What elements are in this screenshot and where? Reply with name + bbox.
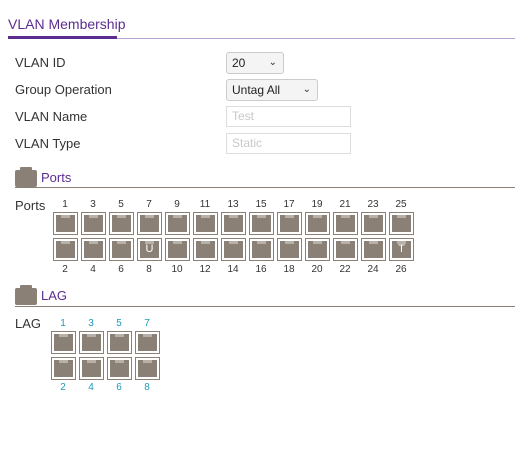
port-11[interactable] [193,212,218,235]
vlan-id-value: 20 [232,56,246,70]
port-number: 13 [227,199,239,210]
port-number: 24 [367,264,379,275]
port-number: 1 [62,199,68,210]
port-number: 7 [146,199,152,210]
port-1[interactable] [53,212,78,235]
port-number: 2 [62,264,68,275]
port-4[interactable] [81,238,106,261]
port-17[interactable] [277,212,302,235]
lag-5[interactable] [107,331,132,354]
port-number: 19 [311,199,323,210]
lag-2[interactable] [51,357,76,380]
port-number: 15 [255,199,267,210]
lag-row-label: LAG [15,316,42,331]
port-number: 11 [199,199,211,210]
lag-number: 1 [60,318,66,329]
port-membership-mark: U [145,243,154,255]
port-2[interactable] [53,238,78,261]
port-13[interactable] [221,212,246,235]
port-7[interactable] [137,212,162,235]
port-8[interactable]: U [137,238,162,261]
page-title: VLAN Membership [8,16,126,32]
port-number: 12 [199,264,211,275]
group-operation-select[interactable]: Untag All ⌄ [226,79,318,101]
lag-number: 6 [116,382,122,393]
lag-1[interactable] [51,331,76,354]
lag-6[interactable] [107,357,132,380]
port-number: 10 [171,264,183,275]
lag-section-divider [15,306,515,307]
lag-number: 3 [88,318,94,329]
lag-number: 4 [88,382,94,393]
port-12[interactable] [193,238,218,261]
lag-number: 7 [144,318,150,329]
chevron-down-icon: ⌄ [268,57,277,68]
port-number: 17 [283,199,295,210]
port-membership-mark: T [398,243,405,255]
chevron-down-icon: ⌄ [302,84,311,95]
lag-7[interactable] [135,331,160,354]
port-number: 20 [311,264,323,275]
port-18[interactable] [277,238,302,261]
port-14[interactable] [221,238,246,261]
port-10[interactable] [165,238,190,261]
ports-section-title: Ports [41,170,72,185]
ports-row-label: Ports [15,198,46,213]
port-number: 23 [367,199,379,210]
port-number: 14 [227,264,239,275]
lag-number: 5 [116,318,122,329]
lag-8[interactable] [135,357,160,380]
port-icon [15,167,37,187]
port-20[interactable] [305,238,330,261]
vlan-name-label: VLAN Name [15,109,88,124]
port-15[interactable] [249,212,274,235]
port-number: 26 [395,264,407,275]
port-number: 3 [90,199,96,210]
ports-section-divider [15,187,515,188]
port-number: 16 [255,264,267,275]
lag-number: 2 [60,382,66,393]
port-number: 18 [283,264,295,275]
group-operation-label: Group Operation [15,82,112,97]
port-number: 22 [339,264,351,275]
port-9[interactable] [165,212,190,235]
lag-number: 8 [144,382,150,393]
port-number: 8 [146,264,152,275]
port-number: 4 [90,264,96,275]
port-icon [15,285,37,305]
port-23[interactable] [361,212,386,235]
port-25[interactable] [389,212,414,235]
active-tab-underline [8,36,117,39]
port-number: 9 [174,199,180,210]
port-26[interactable]: T [389,238,414,261]
port-3[interactable] [81,212,106,235]
port-6[interactable] [109,238,134,261]
port-number: 5 [118,199,124,210]
port-24[interactable] [361,238,386,261]
port-number: 21 [339,199,351,210]
port-19[interactable] [305,212,330,235]
port-number: 6 [118,264,124,275]
port-21[interactable] [333,212,358,235]
vlan-id-select[interactable]: 20 ⌄ [226,52,284,74]
lag-4[interactable] [79,357,104,380]
port-16[interactable] [249,238,274,261]
port-22[interactable] [333,238,358,261]
port-5[interactable] [109,212,134,235]
lag-section-title: LAG [41,288,68,303]
vlan-name-field[interactable]: Test [226,106,351,127]
lag-3[interactable] [79,331,104,354]
vlan-type-label: VLAN Type [15,136,81,151]
vlan-type-field: Static [226,133,351,154]
group-operation-value: Untag All [232,83,281,97]
port-number: 25 [395,199,407,210]
vlan-id-label: VLAN ID [15,55,66,70]
